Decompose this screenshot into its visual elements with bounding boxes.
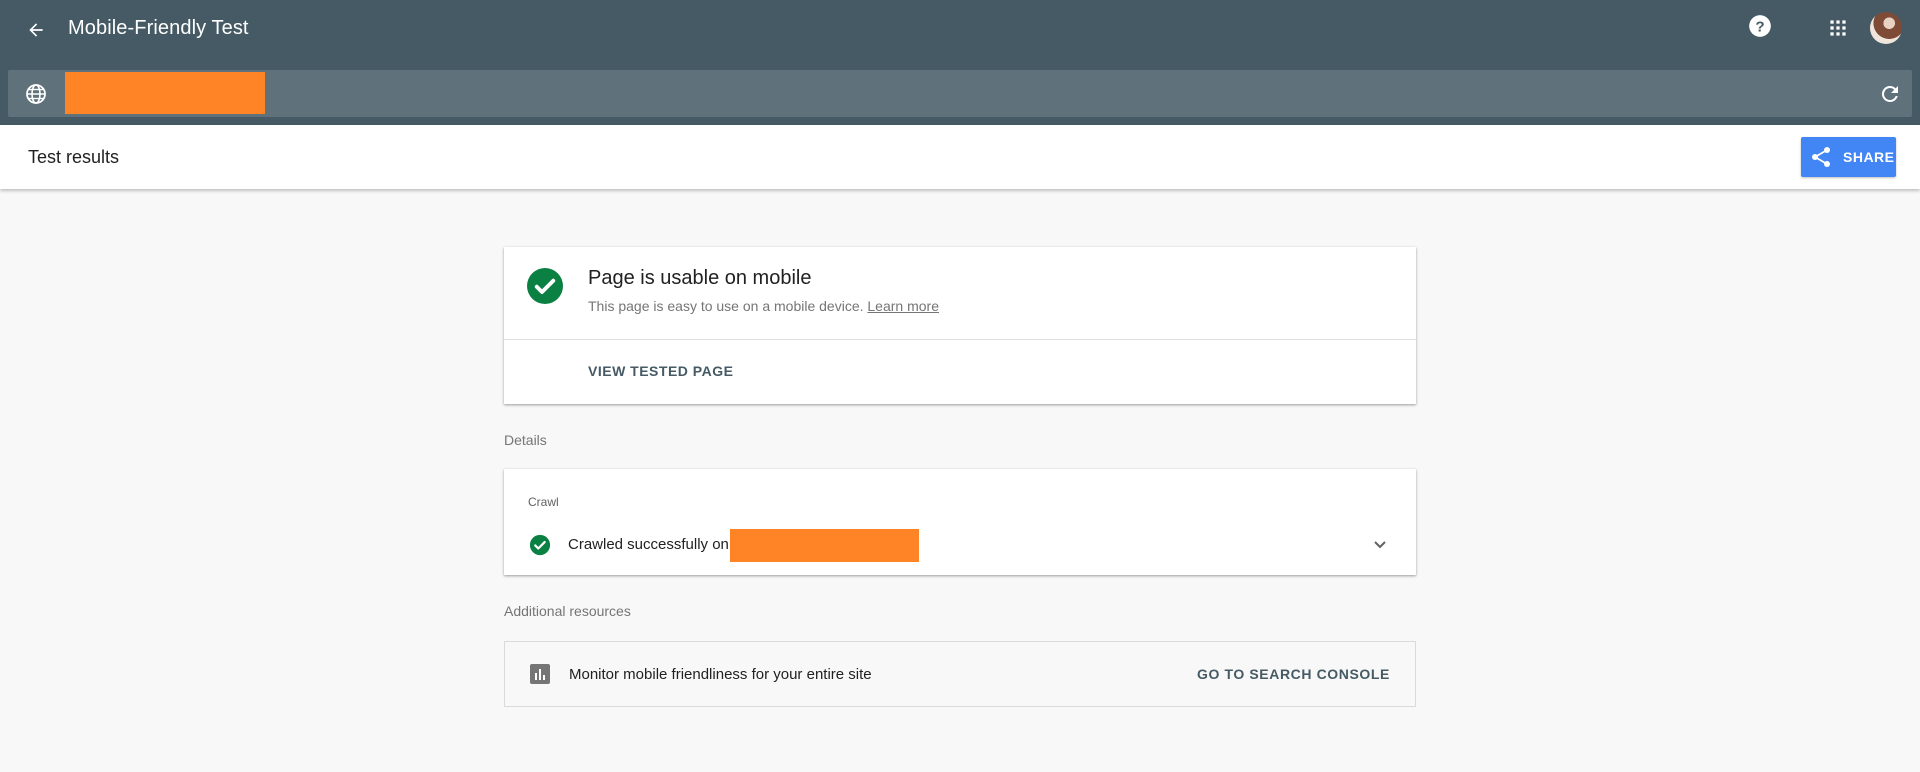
resource-text: Monitor mobile friendliness for your ent…	[569, 666, 872, 683]
refresh-button[interactable]	[1878, 82, 1902, 106]
share-label: SHARE	[1843, 149, 1895, 165]
crawl-date-redaction	[730, 529, 919, 562]
apps-button[interactable]	[1825, 15, 1851, 41]
expand-button[interactable]	[1368, 532, 1392, 556]
details-section-label: Details	[504, 432, 547, 448]
view-tested-page-button[interactable]: VIEW TESTED PAGE	[588, 363, 733, 379]
go-to-search-console-button[interactable]: GO TO SEARCH CONSOLE	[1197, 666, 1390, 682]
app-title: Mobile-Friendly Test	[68, 17, 249, 39]
help-icon: ?	[1749, 15, 1771, 37]
check-circle-icon	[527, 268, 563, 304]
page-title: Test results	[28, 147, 120, 167]
crawl-status-text: Crawled successfully on	[568, 536, 729, 553]
app-bar: Mobile-Friendly Test ?	[0, 0, 1920, 125]
share-button[interactable]: SHARE	[1801, 137, 1896, 177]
svg-text:?: ?	[1755, 18, 1764, 35]
chevron-down-icon	[1374, 541, 1386, 549]
share-icon	[1812, 147, 1830, 167]
refresh-icon	[1881, 85, 1898, 102]
additional-resources-label: Additional resources	[504, 603, 631, 619]
app-bar-top-row: Mobile-Friendly Test ?	[0, 0, 1920, 60]
card-divider	[504, 339, 1416, 340]
arrow-back-icon	[29, 23, 43, 37]
result-card: Page is usable on mobile This page is ea…	[504, 247, 1416, 404]
url-bar	[8, 70, 1912, 117]
bar-chart-icon	[530, 664, 550, 684]
result-title: Page is usable on mobile	[588, 267, 812, 289]
search-console-resource: Monitor mobile friendliness for your ent…	[504, 641, 1416, 707]
crawl-label: Crawl	[528, 495, 559, 509]
results-header: Test results SHARE	[0, 125, 1920, 189]
url-input[interactable]	[65, 72, 265, 114]
crawl-card[interactable]: Crawl Crawled successfully on	[504, 469, 1416, 575]
globe-icon	[26, 84, 46, 104]
result-description: This page is easy to use on a mobile dev…	[588, 298, 939, 314]
account-avatar[interactable]	[1870, 12, 1902, 44]
result-description-text: This page is easy to use on a mobile dev…	[588, 298, 864, 314]
learn-more-link[interactable]: Learn more	[867, 298, 939, 314]
back-button[interactable]	[22, 16, 50, 44]
check-circle-icon	[529, 534, 551, 556]
apps-grid-icon	[1830, 20, 1846, 36]
help-button[interactable]: ?	[1747, 13, 1773, 39]
